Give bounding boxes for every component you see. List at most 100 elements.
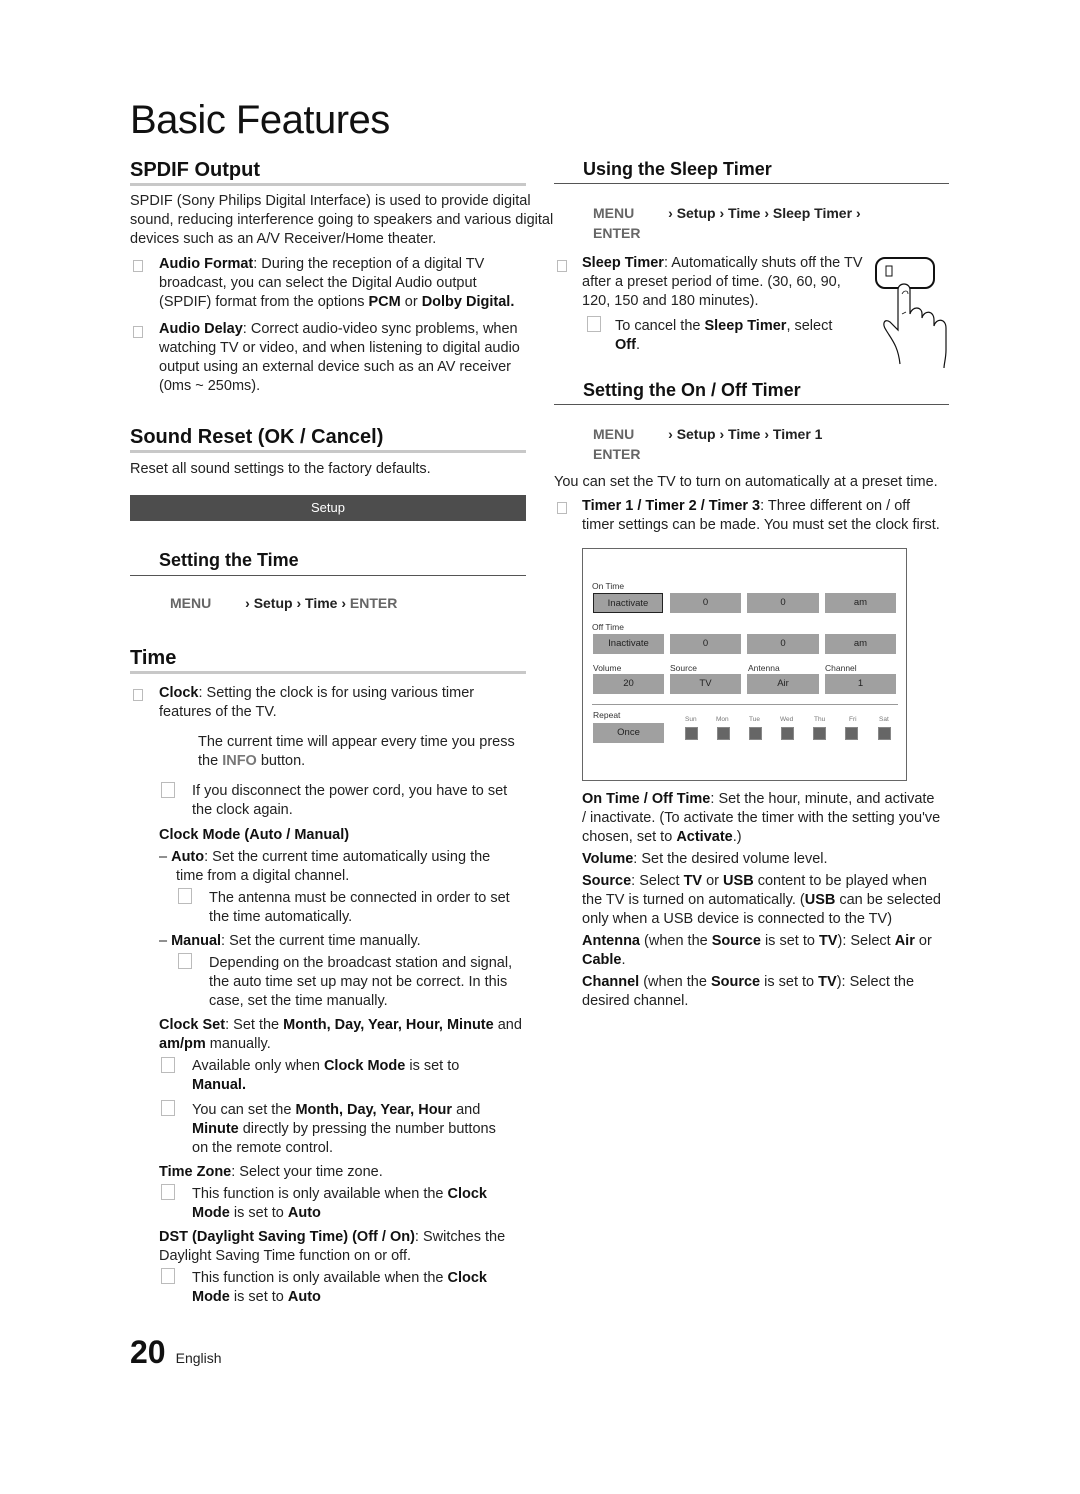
audio-format-item: Audio Format: During the reception of a … (159, 255, 559, 312)
enter-key: ENTER (349, 595, 398, 611)
text: Clock Mode (323, 1058, 406, 1074)
menu-key: MENU (170, 595, 212, 611)
day-checkbox-sun[interactable] (685, 727, 698, 740)
text: the time automatically. (209, 909, 353, 925)
on-time-label: On Time (592, 581, 625, 591)
text: am/pm (159, 1036, 206, 1052)
clock-set-term: Clock Set (159, 1017, 226, 1033)
antenna-term: Antenna (582, 933, 640, 949)
text: , select (786, 318, 833, 334)
menu-step: Setup (676, 205, 716, 221)
audio-format-term: Audio Format (159, 256, 254, 272)
text: Depending on the broadcast station and s… (209, 955, 513, 971)
text: : Correct audio-video sync problems, whe… (242, 321, 518, 337)
clock-item: Clock: Setting the clock is for using va… (159, 684, 559, 722)
text: If you disconnect the power cord, you ha… (192, 783, 508, 799)
source-desc: Source: Select TV or USB content to be p… (582, 872, 982, 929)
day-checkbox-sat[interactable] (878, 727, 891, 740)
on-time-activate-field[interactable]: Inactivate (593, 593, 663, 613)
text: only when a USB device is connected to t… (582, 911, 893, 927)
arrow-icon: › (341, 595, 347, 611)
auto-item: – Auto: Set the current time automatical… (159, 848, 559, 886)
volume-label: Volume (593, 663, 622, 673)
text: or (400, 294, 422, 310)
channel-field[interactable]: 1 (825, 674, 896, 694)
text: : During the reception of a digital TV (253, 256, 485, 272)
day-checkbox-tue[interactable] (749, 727, 762, 740)
text: the clock again. (192, 802, 293, 818)
time-zone-term: Time Zone (159, 1164, 232, 1180)
on-time-hour-field[interactable]: 0 (670, 593, 741, 613)
sound-reset-rule (130, 450, 526, 453)
spdif-intro: SPDIF (Sony Philips Digital Interface) i… (130, 193, 554, 247)
off-time-ampm-field[interactable]: am (825, 634, 896, 654)
off-time-hour-field[interactable]: 0 (670, 634, 741, 654)
text: Cable (582, 952, 622, 968)
timers-term: Timer 1 / Timer 2 / Timer 3 (582, 498, 761, 514)
day-checkbox-mon[interactable] (717, 727, 730, 740)
bullet-icon (133, 326, 143, 338)
repeat-field[interactable]: Once (593, 723, 664, 743)
text: or (702, 873, 724, 889)
day-checkbox-wed[interactable] (781, 727, 794, 740)
info-note: The current time will appear every time … (198, 733, 558, 771)
arrow-icon: › (668, 205, 673, 221)
sleep-menu-path: MENU › Setup › Time › Sleep Timer › ENTE… (593, 203, 933, 243)
text: is set to (405, 1058, 460, 1074)
text: Manual. (192, 1077, 246, 1093)
auto-term: Auto (171, 849, 205, 865)
on-time-ampm-field[interactable]: am (825, 593, 896, 613)
text: To cancel the (615, 318, 705, 334)
hand-icon (883, 283, 947, 369)
volume-field[interactable]: 20 (593, 674, 664, 694)
text: desired channel. (582, 993, 689, 1009)
source-field[interactable]: TV (670, 674, 741, 694)
day-label-thu: Thu (814, 716, 826, 723)
day-checkbox-fri[interactable] (845, 727, 858, 740)
text: the auto time set up may not be correct.… (209, 974, 508, 990)
text: output using an external device such as … (159, 359, 511, 375)
sleep-timer-item: Sleep Timer: Automatically shuts off the… (582, 254, 882, 311)
time-heading: Time (130, 647, 177, 669)
page-language: English (175, 1350, 222, 1366)
day-label-mon: Mon (716, 716, 729, 723)
on-time-minute-field[interactable]: 0 (747, 593, 819, 613)
sleep-timer-term: Sleep Timer (582, 255, 664, 271)
menu-step: Setup (253, 595, 293, 611)
menu-key: MENU (593, 205, 635, 221)
menu-step: Timer 1 (772, 426, 823, 442)
text: . (510, 294, 515, 310)
off-time-minute-field[interactable]: 0 (747, 634, 819, 654)
text: or (914, 933, 932, 949)
text: : Switches the (414, 1229, 506, 1245)
text: can be selected (835, 892, 941, 908)
page-number: 20 (130, 1334, 166, 1370)
text: watching TV or video, and when listening… (159, 340, 520, 356)
text: (when the (640, 933, 712, 949)
text: features of the TV. (159, 704, 277, 720)
arrow-icon: › (245, 595, 250, 611)
text: Month, Day, Year, Hour (295, 1102, 453, 1118)
off-time-activate-field[interactable]: Inactivate (593, 634, 664, 654)
timer-settings-panel: On Time Inactivate 0 0 am Off Time Inact… (582, 548, 907, 781)
text: Available only when (192, 1058, 324, 1074)
text: This function is only available when the (192, 1186, 448, 1202)
text: TV (818, 933, 838, 949)
channel-term: Channel (582, 974, 640, 990)
onoff-timer-heading: Setting the On / Off Timer (583, 380, 801, 400)
repeat-label: Repeat (593, 710, 621, 720)
setup-section-bar: Setup (130, 495, 526, 521)
day-label-wed: Wed (780, 716, 794, 723)
text: (0ms ~ 250ms). (159, 378, 261, 394)
note-icon (161, 1184, 175, 1200)
page-title: Basic Features (130, 98, 390, 142)
text: : Select your time zone. (231, 1164, 383, 1180)
menu-step: Time (728, 426, 761, 442)
day-checkbox-thu[interactable] (813, 727, 826, 740)
enter-key: ENTER (593, 225, 641, 241)
menu-key: MENU (593, 426, 635, 442)
dst-term: DST (Daylight Saving Time) (Off / On) (159, 1229, 415, 1245)
note-icon (161, 1057, 175, 1073)
manual-item: – Manual: Set the current time manually. (159, 933, 421, 949)
antenna-field[interactable]: Air (747, 674, 819, 694)
